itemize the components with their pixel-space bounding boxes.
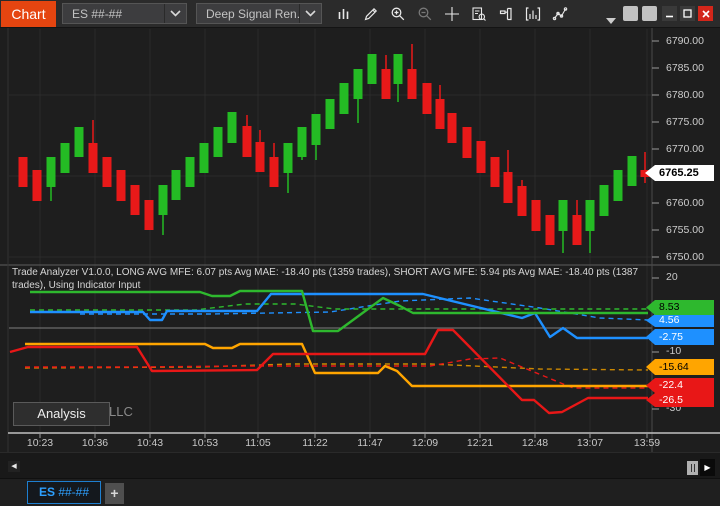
bartype-label: Deep Signal Ren... bbox=[206, 6, 299, 21]
pane-button-1[interactable] bbox=[623, 6, 638, 21]
minimize-button[interactable] bbox=[662, 6, 677, 21]
bartype-selector[interactable]: Deep Signal Ren... bbox=[196, 3, 322, 24]
pane-button-2[interactable] bbox=[642, 6, 657, 21]
toolbar-overflow-chevron-icon[interactable] bbox=[606, 11, 616, 29]
maximize-button[interactable] bbox=[680, 6, 695, 21]
tab-label-prefix: ES bbox=[38, 485, 55, 499]
drawing-tool-icon[interactable] bbox=[546, 2, 573, 26]
horizontal-scrollbar[interactable]: ◀ ▶ bbox=[0, 452, 720, 478]
zoom-in-icon[interactable] bbox=[384, 2, 411, 26]
instrument-label: ES ##-## bbox=[72, 6, 123, 21]
toolbar bbox=[330, 0, 573, 28]
add-tab-button[interactable]: + bbox=[105, 483, 124, 504]
pencil-icon[interactable] bbox=[357, 2, 384, 26]
scroll-left-arrow-icon[interactable]: ◀ bbox=[8, 461, 20, 472]
price-axis-area[interactable] bbox=[652, 28, 720, 452]
scroll-right-arrow-icon[interactable]: ▶ bbox=[700, 459, 715, 476]
crosshair-icon[interactable] bbox=[438, 2, 465, 26]
zoom-out-icon[interactable] bbox=[411, 2, 438, 26]
titlebar: Chart ES ##-## Deep Signal Ren... bbox=[0, 0, 720, 28]
chart-plot-area[interactable] bbox=[8, 28, 652, 433]
analysis-button[interactable]: Analysis bbox=[13, 402, 110, 426]
chevron-down-icon[interactable] bbox=[164, 4, 186, 23]
chart-window: Chart ES ##-## Deep Signal Ren... Trade … bbox=[0, 0, 720, 506]
bar-period-icon[interactable] bbox=[519, 2, 546, 26]
instrument-selector[interactable]: ES ##-## bbox=[62, 3, 187, 24]
scrollbar-thumb[interactable] bbox=[687, 461, 698, 475]
tab-label-suffix: ##-## bbox=[54, 485, 90, 499]
window-type-tab[interactable]: Chart bbox=[1, 1, 56, 27]
close-button[interactable] bbox=[698, 6, 713, 21]
chart-bars-icon[interactable] bbox=[330, 2, 357, 26]
data-box-icon[interactable] bbox=[465, 2, 492, 26]
tab-es-instrument[interactable]: ES ##-## bbox=[27, 481, 101, 504]
chart-trader-icon[interactable] bbox=[492, 2, 519, 26]
chevron-down-icon[interactable] bbox=[299, 4, 321, 23]
tab-bar: ES ##-## + bbox=[0, 478, 720, 506]
